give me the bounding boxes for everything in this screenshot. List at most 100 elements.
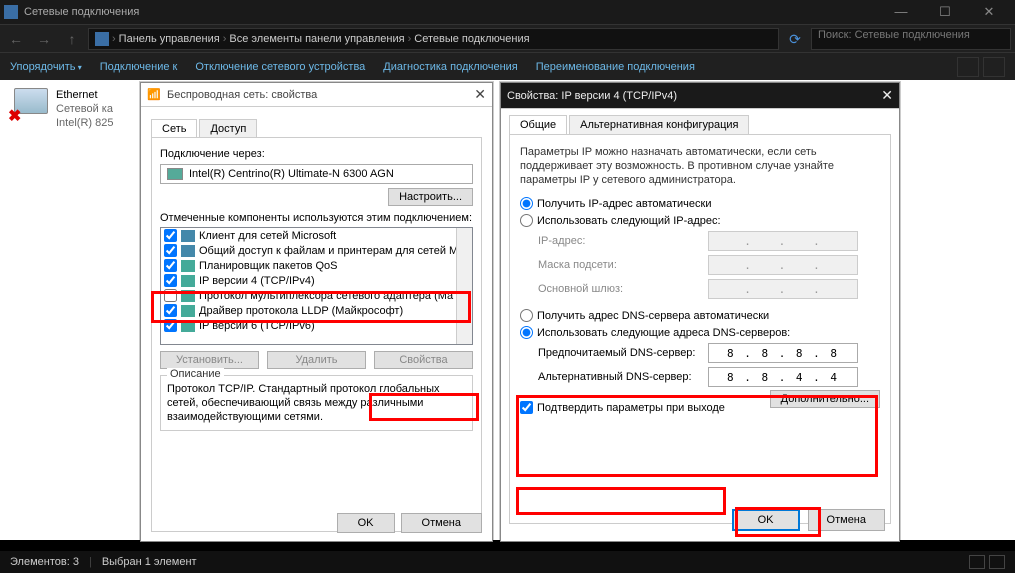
ip-address-input: . . . — [708, 231, 858, 251]
toolbar-action[interactable]: Отключение сетевого устройства — [195, 61, 365, 73]
protocol-icon — [181, 275, 195, 287]
refresh-button[interactable]: ⟳ — [783, 28, 807, 50]
toolbar-action[interactable]: Подключение к — [100, 61, 178, 73]
view-options-icon[interactable] — [957, 57, 979, 77]
validate-checkbox[interactable] — [520, 401, 533, 414]
window-title: Сетевые подключения — [24, 6, 139, 18]
remove-button[interactable]: Удалить — [267, 351, 366, 369]
radio-ip-auto[interactable] — [520, 197, 533, 210]
adapter-status: Сетевой ка — [56, 102, 113, 116]
list-item-ipv4: IP версии 4 (TCP/IPv4) — [161, 273, 472, 288]
status-selected: Выбран 1 элемент — [102, 556, 197, 568]
connection-via-label: Подключение через: — [160, 148, 473, 160]
breadcrumb-item[interactable]: Все элементы панели управления — [229, 33, 404, 45]
subnet-mask-label: Маска подсети: — [538, 259, 708, 271]
radio-ip-manual[interactable] — [520, 214, 533, 227]
configure-button[interactable]: Настроить... — [388, 188, 473, 206]
list-item: Планировщик пакетов QoS — [161, 258, 472, 273]
breadcrumb-item[interactable]: Сетевые подключения — [414, 33, 529, 45]
protocol-icon — [181, 320, 195, 332]
dialog-title: Беспроводная сеть: свойства — [167, 89, 317, 101]
window-controls: — ☐ ✕ — [879, 4, 1011, 20]
component-checkbox[interactable] — [164, 244, 177, 257]
tab-general[interactable]: Общие — [509, 115, 567, 135]
component-checkbox[interactable] — [164, 274, 177, 287]
view-icon-details[interactable] — [969, 555, 985, 569]
protocol-icon — [181, 290, 195, 302]
close-icon[interactable]: ✕ — [881, 87, 893, 104]
highlight-validate-checkbox — [516, 487, 726, 515]
main-titlebar: Сетевые подключения — ☐ ✕ — [0, 0, 1015, 24]
components-label: Отмеченные компоненты используются этим … — [160, 212, 473, 224]
window-icon — [4, 5, 18, 19]
maximize-button[interactable]: ☐ — [923, 4, 967, 20]
dialog-ipv4-properties: Свойства: IP версии 4 (TCP/IPv4) ✕ Общие… — [500, 82, 900, 542]
alt-dns-input[interactable]: 8 . 8 . 4 . 4 — [708, 367, 858, 387]
status-elements: Элементов: 3 — [10, 556, 79, 568]
component-checkbox[interactable] — [164, 289, 177, 302]
control-panel-icon — [95, 32, 109, 46]
description-box: Описание Протокол TCP/IP. Стандартный пр… — [160, 375, 473, 431]
dialog-wireless-properties: 📶 Беспроводная сеть: свойства ✕ Сеть Дос… — [140, 82, 493, 542]
cancel-button[interactable]: Отмена — [401, 513, 482, 533]
component-checkbox[interactable] — [164, 319, 177, 332]
toolbar: Упорядочить Подключение к Отключение сет… — [0, 52, 1015, 80]
gateway-label: Основной шлюз: — [538, 283, 708, 295]
description-label: Описание — [167, 368, 224, 380]
adapter-device: Intel(R) 825 — [56, 116, 113, 130]
pref-dns-input[interactable]: 8 . 8 . 8 . 8 — [708, 343, 858, 363]
protocol-icon — [181, 260, 195, 272]
components-list[interactable]: Клиент для сетей Microsoft Общий доступ … — [160, 227, 473, 345]
subnet-mask-input: . . . — [708, 255, 858, 275]
tab-network[interactable]: Сеть — [151, 119, 197, 138]
close-button[interactable]: ✕ — [967, 4, 1011, 20]
organize-menu[interactable]: Упорядочить — [10, 61, 82, 73]
adapter-name-text: Intel(R) Centrino(R) Ultimate-N 6300 AGN — [189, 168, 394, 180]
tab-access[interactable]: Доступ — [199, 119, 257, 138]
component-checkbox[interactable] — [164, 304, 177, 317]
radio-dns-auto[interactable] — [520, 309, 533, 322]
breadcrumb-item[interactable]: Панель управления — [119, 33, 220, 45]
toolbar-action[interactable]: Диагностика подключения — [383, 61, 517, 73]
list-item: Протокол мультиплексора сетевого адаптер… — [161, 288, 472, 303]
breadcrumb[interactable]: › Панель управления › Все элементы панел… — [88, 28, 779, 50]
share-icon — [181, 245, 195, 257]
radio-dns-manual[interactable] — [520, 326, 533, 339]
ok-button[interactable]: OK — [337, 513, 395, 533]
tab-alt-config[interactable]: Альтернативная конфигурация — [569, 115, 749, 135]
advanced-button[interactable]: Дополнительно... — [770, 390, 880, 408]
dialog-title: Свойства: IP версии 4 (TCP/IPv4) — [507, 90, 677, 102]
minimize-button[interactable]: — — [879, 4, 923, 20]
network-card-icon — [167, 168, 183, 180]
component-checkbox[interactable] — [164, 229, 177, 242]
list-item: Общий доступ к файлам и принтерам для се… — [161, 243, 472, 258]
help-icon[interactable] — [983, 57, 1005, 77]
list-item: IP версии 6 (TCP/IPv6) — [161, 318, 472, 333]
gateway-input: . . . — [708, 279, 858, 299]
alt-dns-label: Альтернативный DNS-сервер: — [538, 371, 708, 383]
cancel-button[interactable]: Отмена — [808, 509, 885, 531]
nav-forward[interactable]: → — [32, 28, 56, 50]
toolbar-action[interactable]: Переименование подключения — [536, 61, 695, 73]
list-item: Клиент для сетей Microsoft — [161, 228, 472, 243]
list-item: Драйвер протокола LLDP (Майкрософт) — [161, 303, 472, 318]
adapter-name: Ethernet — [56, 88, 113, 102]
component-checkbox[interactable] — [164, 259, 177, 272]
pref-dns-label: Предпочитаемый DNS-сервер: — [538, 347, 708, 359]
nav-up[interactable]: ↑ — [60, 28, 84, 50]
ok-button[interactable]: OK — [732, 509, 800, 531]
address-bar: ← → ↑ › Панель управления › Все элементы… — [0, 24, 1015, 52]
view-icon-large[interactable] — [989, 555, 1005, 569]
properties-button[interactable]: Свойства — [374, 351, 473, 369]
protocol-icon — [181, 305, 195, 317]
adapter-selector: Intel(R) Centrino(R) Ultimate-N 6300 AGN — [160, 164, 473, 184]
description-text: Протокол TCP/IP. Стандартный протокол гл… — [167, 382, 466, 424]
disconnected-icon: ✖ — [8, 106, 21, 126]
scrollbar[interactable] — [456, 228, 472, 344]
info-text: Параметры IP можно назначать автоматичес… — [520, 145, 880, 187]
search-input[interactable]: Поиск: Сетевые подключения — [811, 28, 1011, 50]
install-button[interactable]: Установить... — [160, 351, 259, 369]
close-icon[interactable]: ✕ — [474, 86, 486, 103]
ip-address-label: IP-адрес: — [538, 235, 708, 247]
nav-back[interactable]: ← — [4, 28, 28, 50]
